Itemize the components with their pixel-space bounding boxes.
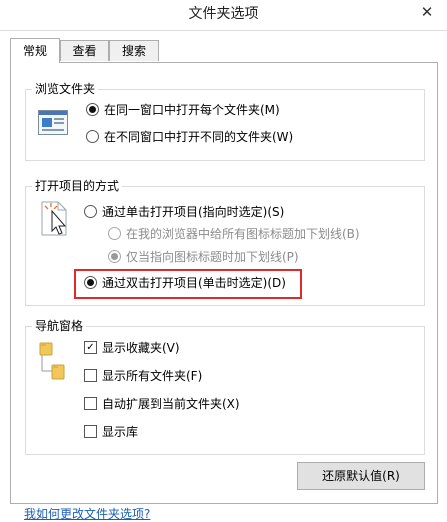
- title-bar: 文件夹选项 ✕: [0, 0, 447, 30]
- tab-view[interactable]: 查看: [60, 40, 109, 61]
- radio-same-window[interactable]: 在同一窗口中打开每个文件夹(M): [86, 101, 280, 119]
- checkbox-show-favorites[interactable]: ✓ 显示收藏夹(V): [84, 339, 180, 357]
- checkbox-auto-expand-label: 自动扩展到当前文件夹(X): [102, 397, 240, 411]
- checkbox-auto-expand-box: [84, 397, 97, 410]
- help-link[interactable]: 我如何更改文件夹选项?: [24, 505, 150, 522]
- radio-new-window[interactable]: 在不同窗口中打开不同的文件夹(W): [86, 128, 293, 146]
- close-button[interactable]: ✕: [413, 1, 441, 23]
- checkbox-show-favorites-box: ✓: [84, 341, 97, 354]
- checkbox-show-all-folders-box: [84, 369, 97, 382]
- radio-double-click-label: 通过双击打开项目(单击时选定)(D): [102, 276, 286, 290]
- click-cursor-icon: [41, 201, 67, 236]
- close-icon: ✕: [420, 3, 434, 21]
- checkbox-auto-expand[interactable]: 自动扩展到当前文件夹(X): [84, 395, 240, 413]
- radio-same-window-indicator: [86, 103, 99, 116]
- radio-new-window-label: 在不同窗口中打开不同的文件夹(W): [104, 130, 294, 144]
- checkbox-show-favorites-label: 显示收藏夹(V): [102, 341, 180, 355]
- nav-pane-title: 导航窗格: [32, 318, 87, 334]
- window-title: 文件夹选项: [188, 6, 259, 22]
- radio-single-click-label: 通过单击打开项目(指向时选定)(S): [102, 205, 285, 219]
- restore-defaults-button[interactable]: 还原默认值(R): [297, 462, 425, 490]
- radio-underline-hover-label: 仅当指向图标标题时加下划线(P): [126, 250, 299, 264]
- radio-single-click[interactable]: 通过单击打开项目(指向时选定)(S): [84, 203, 284, 221]
- folder-tree-icon: [39, 342, 65, 380]
- radio-underline-browser[interactable]: 在我的浏览器中给所有图标标题加下划线(B): [108, 225, 360, 243]
- radio-double-click-indicator: [84, 276, 97, 289]
- window-preview-icon: [38, 110, 68, 135]
- tab-panel-general: 浏览文件夹 在同一窗口中打开每个文件夹(M) 在不同窗口中打开不同的文件夹(W)…: [10, 62, 438, 504]
- radio-double-click[interactable]: 通过双击打开项目(单击时选定)(D): [84, 274, 286, 292]
- radio-single-click-indicator: [84, 205, 97, 218]
- checkbox-show-libraries-box: [84, 425, 97, 438]
- checkbox-show-libraries-label: 显示库: [102, 425, 139, 439]
- radio-same-window-label: 在同一窗口中打开每个文件夹(M): [104, 103, 280, 117]
- open-items-title: 打开项目的方式: [32, 178, 123, 194]
- nav-pane-group: 导航窗格 ✓ 显示收藏夹(V) 显示所有文件夹(F) 自动扩展到当前文件夹(X) …: [25, 318, 425, 455]
- open-items-group: 打开项目的方式 通过单击打开项目(指向时选定)(S) 在我的浏览器中给所有图标标…: [25, 178, 425, 306]
- title-divider: [0, 30, 447, 31]
- radio-underline-browser-label: 在我的浏览器中给所有图标标题加下划线(B): [126, 227, 360, 241]
- radio-underline-hover[interactable]: 仅当指向图标标题时加下划线(P): [108, 248, 299, 266]
- browse-folders-group: 浏览文件夹 在同一窗口中打开每个文件夹(M) 在不同窗口中打开不同的文件夹(W): [25, 81, 425, 161]
- tab-general[interactable]: 常规: [10, 38, 60, 63]
- tab-search[interactable]: 搜索: [109, 40, 159, 61]
- browse-folders-title: 浏览文件夹: [32, 81, 99, 97]
- radio-underline-hover-indicator: [108, 250, 121, 263]
- radio-new-window-indicator: [86, 130, 99, 143]
- checkbox-show-all-folders-label: 显示所有文件夹(F): [102, 369, 203, 383]
- radio-underline-browser-indicator: [108, 227, 121, 240]
- checkbox-show-libraries[interactable]: 显示库: [84, 423, 138, 441]
- checkbox-show-all-folders[interactable]: 显示所有文件夹(F): [84, 367, 202, 385]
